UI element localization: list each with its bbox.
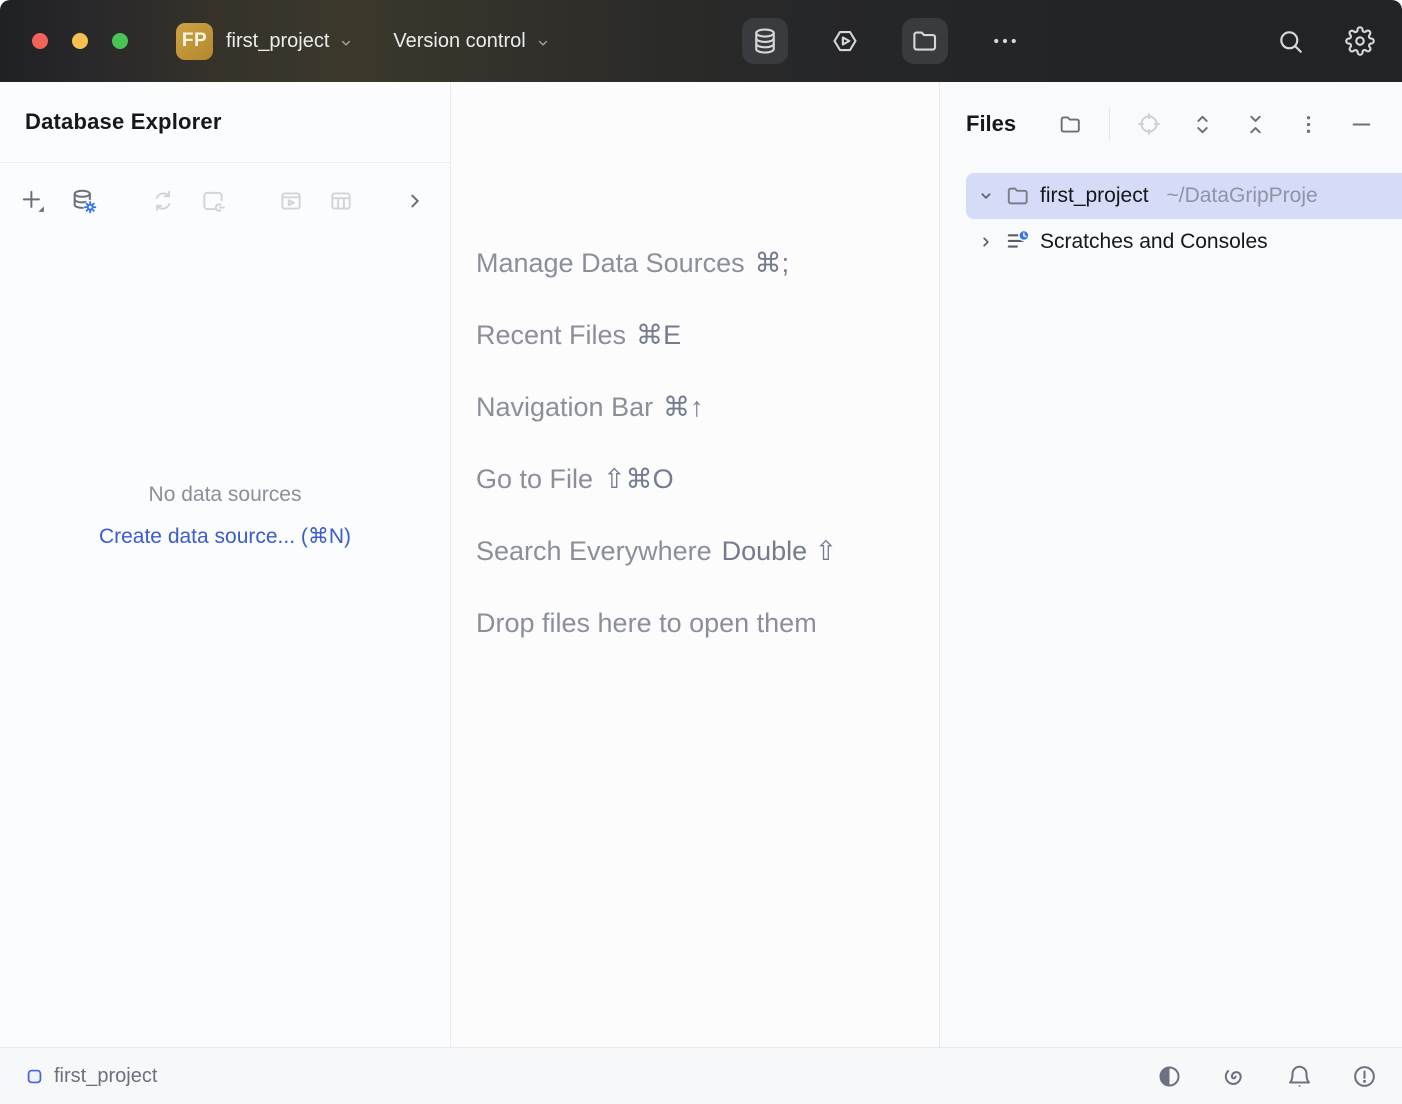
theme-contrast-button[interactable] bbox=[1156, 1063, 1183, 1090]
database-explorer-title: Database Explorer bbox=[25, 109, 222, 135]
more-tool-windows-button[interactable] bbox=[982, 18, 1028, 64]
tree-item-name: Scratches and Consoles bbox=[1040, 230, 1268, 254]
files-panel-header: Files bbox=[940, 82, 1402, 166]
alert-circle-icon bbox=[1351, 1063, 1378, 1090]
tree-row-scratches[interactable]: Scratches and Consoles bbox=[966, 219, 1402, 265]
project-name: first_project bbox=[226, 30, 329, 53]
ai-swirl-icon bbox=[1221, 1063, 1248, 1090]
settings-gear-icon bbox=[1345, 26, 1375, 56]
status-bar: first_project bbox=[0, 1047, 1402, 1104]
search-everywhere-button[interactable] bbox=[1270, 21, 1310, 61]
files-tree: first_project ~/DataGripProje bbox=[940, 166, 1402, 265]
open-table-button[interactable] bbox=[328, 185, 354, 217]
database-gear-icon bbox=[70, 187, 98, 215]
bell-icon bbox=[1286, 1063, 1313, 1090]
minimize-window-button[interactable] bbox=[72, 33, 88, 49]
query-console-icon bbox=[278, 188, 304, 214]
expand-all-button[interactable] bbox=[1188, 110, 1216, 138]
no-data-sources-text: No data sources bbox=[0, 481, 450, 509]
table-icon bbox=[328, 188, 354, 214]
tool-window-bar bbox=[742, 0, 1028, 82]
toolbar-separator bbox=[1109, 107, 1110, 141]
collapse-all-button[interactable] bbox=[1241, 110, 1269, 138]
refresh-button[interactable] bbox=[150, 185, 176, 217]
shortcut-hint: Navigation Bar⌘↑ bbox=[476, 392, 837, 464]
files-panel: Files bbox=[940, 82, 1402, 1047]
shortcut-hint: Recent Files⌘E bbox=[476, 320, 837, 392]
database-icon bbox=[750, 26, 780, 56]
chevron-down-icon[interactable] bbox=[975, 185, 997, 207]
refresh-icon bbox=[150, 188, 176, 214]
files-view-mode-button[interactable] bbox=[1056, 110, 1084, 138]
run-hexagon-play-icon bbox=[830, 26, 860, 56]
editor-area: Manage Data Sources⌘; Recent Files⌘E Nav… bbox=[450, 82, 940, 1047]
shortcut-hint: Search EverywhereDouble ⇧ bbox=[476, 536, 837, 608]
database-explorer-panel: Database Explorer bbox=[0, 82, 450, 1047]
settings-button[interactable] bbox=[1340, 21, 1380, 61]
status-project-name: first_project bbox=[54, 1065, 157, 1088]
collapse-all-icon bbox=[1243, 112, 1268, 137]
disconnect-button[interactable] bbox=[200, 185, 226, 217]
chevron-right-icon bbox=[402, 188, 428, 214]
toolbar-expand-button[interactable] bbox=[402, 185, 428, 217]
notifications-button[interactable] bbox=[1286, 1063, 1313, 1090]
tree-row-first-project[interactable]: first_project ~/DataGripProje bbox=[966, 173, 1402, 219]
problems-button[interactable] bbox=[1351, 1063, 1378, 1090]
folder-icon bbox=[1058, 112, 1083, 137]
project-square-icon bbox=[25, 1067, 44, 1086]
services-tool-button[interactable] bbox=[822, 18, 868, 64]
empty-state: No data sources Create data source... (⌘… bbox=[0, 481, 450, 549]
app-window: FP first_project Version control bbox=[0, 0, 1402, 1104]
maximize-window-button[interactable] bbox=[112, 33, 128, 49]
project-badge: FP bbox=[176, 23, 213, 60]
keyboard-shortcuts-hints: Manage Data Sources⌘; Recent Files⌘E Nav… bbox=[476, 248, 837, 680]
shortcut-hint: Go to File⇧⌘O bbox=[476, 464, 837, 536]
hide-panel-button[interactable] bbox=[1347, 110, 1375, 138]
create-data-source-link[interactable]: Create data source... (⌘N) bbox=[99, 524, 351, 549]
project-selector[interactable]: FP first_project bbox=[176, 23, 355, 60]
folder-icon bbox=[910, 26, 940, 56]
hide-dash-icon bbox=[1349, 112, 1374, 137]
window-controls bbox=[32, 33, 128, 49]
tree-item-name: first_project bbox=[1040, 184, 1149, 208]
database-explorer-toolbar bbox=[0, 163, 450, 239]
add-plus-dropdown-icon bbox=[20, 188, 46, 214]
close-window-button[interactable] bbox=[32, 33, 48, 49]
drop-files-hint: Drop files here to open them bbox=[476, 608, 837, 680]
shortcut-hint: Manage Data Sources⌘; bbox=[476, 248, 837, 320]
chevron-down-icon bbox=[337, 34, 355, 52]
disconnect-plug-icon bbox=[200, 188, 226, 214]
vcs-label: Version control bbox=[393, 30, 525, 53]
jump-to-console-button[interactable] bbox=[278, 185, 304, 217]
files-panel-title: Files bbox=[966, 111, 1016, 137]
tree-item-path: ~/DataGripProje bbox=[1167, 184, 1318, 208]
new-data-source-button[interactable] bbox=[20, 185, 46, 217]
select-opened-file-button[interactable] bbox=[1135, 110, 1163, 138]
folder-icon bbox=[1005, 183, 1031, 209]
titlebar: FP first_project Version control bbox=[0, 0, 1402, 82]
locate-crosshair-icon bbox=[1136, 111, 1162, 137]
status-project-widget[interactable]: first_project bbox=[25, 1065, 157, 1088]
expand-all-icon bbox=[1190, 112, 1215, 137]
scratches-icon bbox=[1005, 229, 1031, 255]
ellipsis-icon bbox=[990, 26, 1020, 56]
ai-assistant-button[interactable] bbox=[1221, 1063, 1248, 1090]
chevron-right-icon[interactable] bbox=[975, 231, 997, 253]
kebab-menu-icon bbox=[1296, 112, 1321, 137]
contrast-half-circle-icon bbox=[1156, 1063, 1183, 1090]
files-options-button[interactable] bbox=[1294, 110, 1322, 138]
project-files-tool-button[interactable] bbox=[902, 18, 948, 64]
database-tool-button[interactable] bbox=[742, 18, 788, 64]
search-icon bbox=[1276, 27, 1305, 56]
data-source-properties-button[interactable] bbox=[70, 185, 98, 217]
chevron-down-icon bbox=[534, 34, 552, 52]
vcs-widget[interactable]: Version control bbox=[393, 30, 551, 53]
